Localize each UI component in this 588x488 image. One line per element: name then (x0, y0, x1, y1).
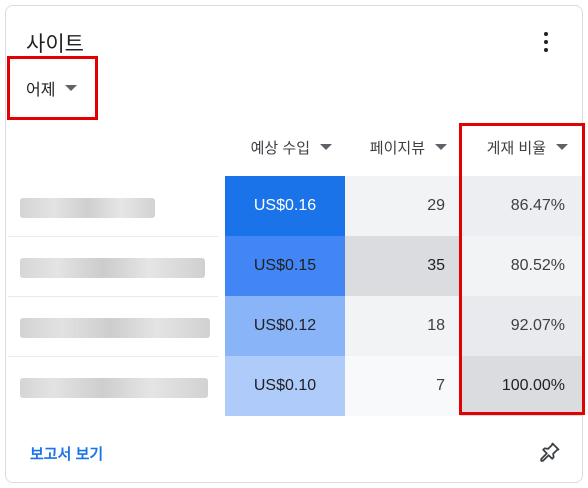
view-report-link[interactable]: 보고서 보기 (30, 443, 103, 464)
coverage-cell: 100.00% (460, 356, 582, 416)
column-header-coverage[interactable]: 게재 비율 (464, 136, 568, 158)
table-row[interactable]: US$0.12 18 92.07% (0, 296, 588, 356)
period-label: 어제 (26, 82, 56, 99)
pageviews-cell: 35 (345, 236, 460, 296)
coverage-cell: 86.47% (460, 176, 582, 236)
coverage-cell: 80.52% (460, 236, 582, 296)
site-name-blurred (20, 318, 210, 338)
column-header-pageviews[interactable]: 페이지뷰 (345, 136, 447, 158)
earnings-cell: US$0.10 (225, 356, 345, 416)
caret-down-icon (320, 144, 332, 150)
period-dropdown[interactable]: 어제 (26, 76, 78, 100)
pageviews-cell: 7 (345, 356, 460, 416)
site-name-blurred (20, 198, 155, 218)
column-header-label: 페이지뷰 (369, 139, 425, 157)
pageviews-cell: 29 (345, 176, 460, 236)
card-title: 사이트 (26, 33, 84, 56)
table-row[interactable]: US$0.16 29 86.47% (0, 176, 588, 236)
caret-down-icon (556, 144, 568, 150)
column-header-label: 예상 수입 (250, 139, 310, 157)
caret-down-icon (435, 144, 447, 150)
pageviews-cell: 18 (345, 296, 460, 356)
table-row[interactable]: US$0.10 7 100.00% (0, 356, 588, 416)
site-name-blurred (20, 378, 208, 398)
column-header-earnings[interactable]: 예상 수입 (222, 136, 332, 158)
pin-icon[interactable] (538, 440, 562, 464)
more-vert-icon[interactable] (540, 30, 552, 54)
caret-down-icon (65, 85, 78, 91)
earnings-cell: US$0.15 (225, 236, 345, 296)
column-header-label: 게재 비율 (486, 139, 546, 157)
table-row[interactable]: US$0.15 35 80.52% (0, 236, 588, 296)
coverage-cell: 92.07% (460, 296, 582, 356)
site-name-blurred (20, 258, 205, 278)
earnings-cell: US$0.12 (225, 296, 345, 356)
earnings-cell: US$0.16 (225, 176, 345, 236)
